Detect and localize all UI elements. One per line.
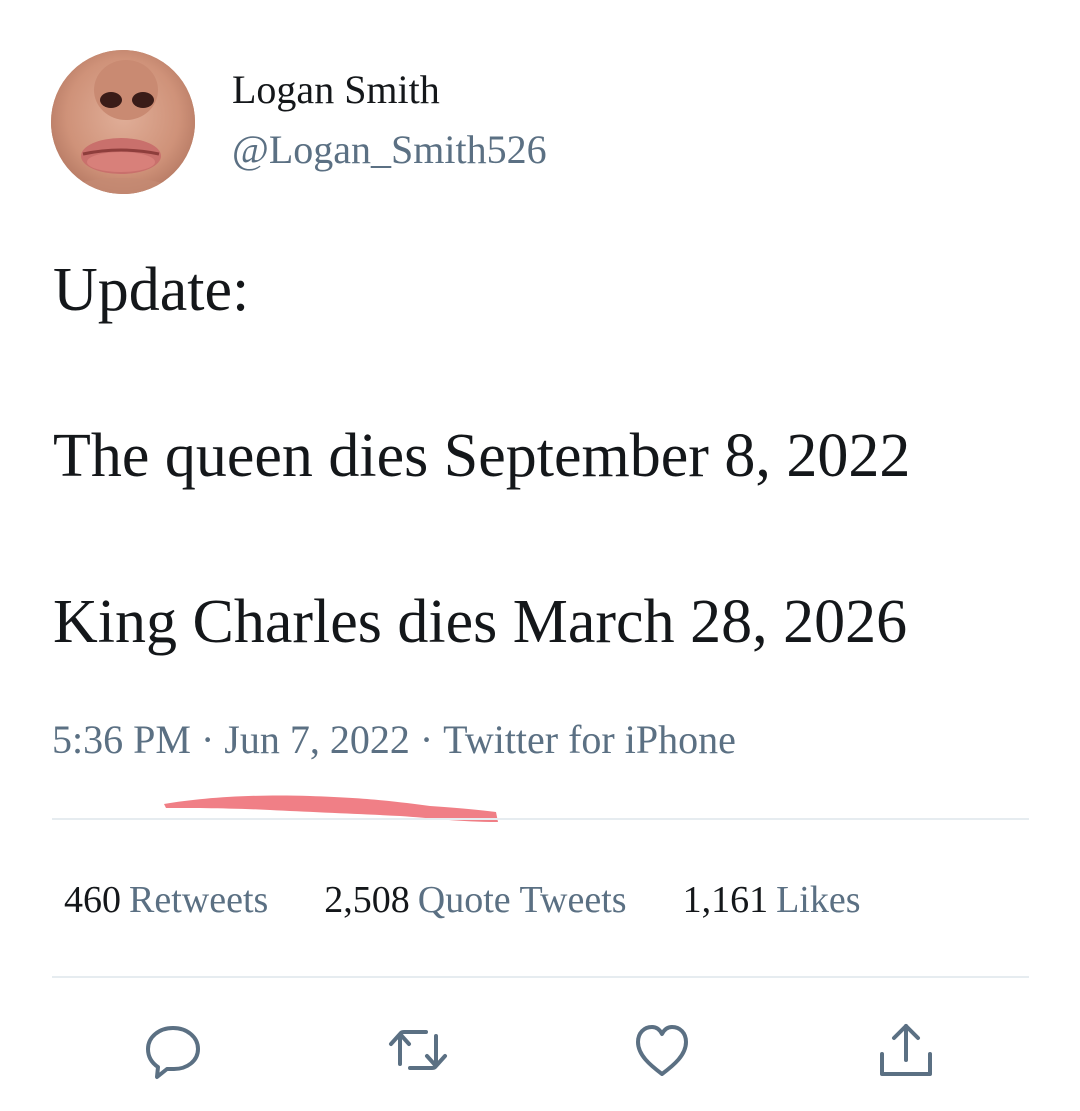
tweet-source[interactable]: Twitter for iPhone — [443, 717, 736, 762]
likes-stat[interactable]: 1,161 Likes — [683, 876, 861, 924]
tweet-card: Logan Smith @Logan_Smith526 Update: The … — [0, 0, 1080, 1111]
author-handle[interactable]: @Logan_Smith526 — [232, 126, 547, 174]
avatar[interactable] — [51, 50, 195, 194]
quote-tweets-label: Quote Tweets — [417, 879, 627, 921]
quote-tweets-stat[interactable]: 2,508 Quote Tweets — [324, 876, 626, 924]
heart-icon — [636, 1025, 688, 1076]
reply-icon — [146, 1026, 200, 1079]
avatar-image — [51, 50, 195, 194]
tweet-text-line: Update: — [53, 256, 250, 324]
likes-count: 1,161 — [682, 879, 769, 921]
divider — [52, 818, 1029, 820]
tweet-text-line: King Charles dies March 28, 2026 — [53, 588, 908, 656]
meta-separator: · — [419, 717, 434, 762]
reply-button[interactable] — [143, 1020, 203, 1080]
likes-label: Likes — [776, 879, 861, 921]
retweets-stat[interactable]: 460 Retweets — [64, 876, 268, 924]
author-display-name[interactable]: Logan Smith — [232, 66, 440, 114]
tweet-date[interactable]: Jun 7, 2022 — [224, 717, 410, 762]
retweets-label: Retweets — [129, 879, 269, 921]
tweet-time[interactable]: 5:36 PM — [52, 717, 191, 762]
tweet-meta: 5:36 PM · Jun 7, 2022 · Twitter for iPhone — [52, 715, 736, 765]
meta-separator: · — [200, 717, 215, 762]
quote-tweets-count: 2,508 — [324, 879, 410, 921]
divider — [52, 976, 1029, 978]
like-button[interactable] — [632, 1020, 692, 1080]
tweet-text-line: The queen dies September 8, 2022 — [53, 422, 911, 490]
share-button[interactable] — [876, 1020, 936, 1080]
share-icon — [880, 1024, 932, 1076]
tweet-stats: 460 Retweets 2,508 Quote Tweets 1,161 Likes — [64, 876, 917, 924]
retweets-count: 460 — [64, 879, 121, 921]
retweet-icon — [389, 1030, 447, 1070]
retweet-button[interactable] — [388, 1020, 448, 1080]
